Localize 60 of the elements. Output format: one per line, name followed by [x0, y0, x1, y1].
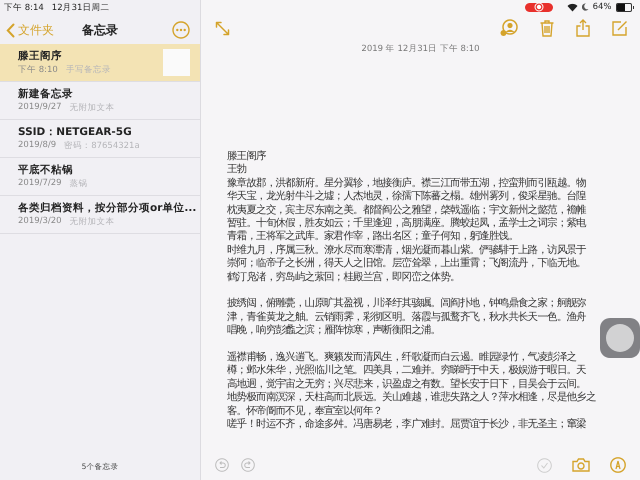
note-text: 樽；邺水朱华，光照临川之笔。四美具，二难并。穷睇眄于中天，极娱游于暇日。天 [227, 364, 587, 378]
camera-icon[interactable] [572, 458, 590, 472]
moon-icon [582, 3, 589, 11]
note-title: 平底不粘锅 [18, 163, 74, 177]
checkmark-icon[interactable] [537, 458, 552, 472]
note-text: 青霜，王将军之武库。家君作宰，路出名区；童子何知，躬逢胜饯。 [227, 230, 520, 244]
note-preview: 蒸锅 [70, 178, 88, 190]
status-time: 下午 8:14 [4, 2, 44, 15]
wifi-icon [566, 2, 578, 12]
expand-icon[interactable] [215, 20, 230, 36]
redo-icon[interactable] [241, 458, 255, 472]
add-person-icon[interactable] [500, 19, 518, 37]
share-icon[interactable] [576, 19, 590, 37]
note-date: 2019/3/20 [18, 216, 62, 228]
note-text: 鹤汀凫渚，穷岛屿之萦回；桂殿兰宫，即冈峦之体势。 [227, 270, 461, 284]
battery-percentage: 64% [592, 2, 612, 12]
note-text: 滕王阁序 [227, 150, 267, 164]
assistive-touch-button[interactable] [600, 318, 640, 358]
status-date: 12月31日周二 [52, 2, 110, 15]
note-text: 华天宝，龙光射牛斗之墟；人杰地灵，徐孺下陈蕃之榻。雄州雾列，俊采星驰。台隍 [227, 190, 588, 204]
note-text: 地势极而南溟深，天柱高而北辰远。关山难越，谁悲失路之人？萍水相逢，尽是他乡之 [227, 391, 597, 405]
note-text: 遥襟甫畅，逸兴遄飞。爽籁发而清风生，纤歌凝而白云遏。睢园绿竹，气凌彭泽之 [227, 351, 578, 364]
sidebar-title: 备忘录 [82, 22, 118, 38]
note-date: 2019/8/9 [18, 140, 56, 152]
chevron-left-icon [6, 22, 15, 38]
note-title: 新建备忘录 [18, 87, 74, 101]
note-title: SSID：NETGEAR-5G [18, 125, 133, 139]
note-text: 崇阿；临帝子之长洲，得天人之旧馆。层峦耸翠，上出重霄；飞阁流丹，下临无地。 [227, 257, 587, 271]
note-list-item[interactable]: SSID：NETGEAR-5G 2019/8/9 密码：87654321a [0, 120, 200, 158]
note-text: 嗟乎！时运不齐，命途多舛。冯唐易老，李广难封。屈贾谊于长沙，非无圣主；窜梁 [227, 418, 587, 432]
note-text: 披绣闼，俯雕甍，山原旷其盈视，川泽纡其骇瞩。闾阎扑地，钟鸣鼎食之家；舸舰弥 [227, 297, 587, 311]
note-timestamp: 2019 年 12月31日 下午 8:10 [360, 43, 481, 55]
note-text: 暂驻。十旬休假，胜友如云；千里逢迎，高朋满座。腾蛟起凤，孟学士之词宗；紫电 [227, 217, 588, 230]
note-title: 各类归档资料，按分部分项or单位... [18, 201, 196, 215]
pen-icon[interactable] [610, 457, 626, 473]
note-preview: 密码：87654321a [64, 140, 140, 152]
note-date: 下午 8:10 [18, 64, 58, 76]
note-list-item[interactable]: 滕王阁序 下午 8:10 手写备忘录 [0, 44, 200, 82]
note-text: 客。怀帝阍而不见，奉宣室以何年？ [227, 404, 384, 418]
note-text: 豫章故郡，洪都新府。星分翼轸，地接衡庐。襟三江而带五湖，控蛮荆而引瓯越。物 [227, 176, 587, 190]
note-list-item[interactable]: 新建备忘录 2019/9/27 无附加文本 [0, 82, 200, 120]
note-text: 津，青雀黄龙之舳。云销雨霁，彩彻区明。落霞与孤鹜齐飞，秋水共长天一色。渔舟 [227, 310, 587, 324]
note-preview: 手写备忘录 [66, 64, 111, 76]
note-title: 滕王阁序 [18, 49, 63, 63]
note-list-item[interactable]: 各类归档资料，按分部分项or单位... 2019/3/20 无附加文本 [0, 196, 200, 234]
note-text: 枕夷夏之交，宾主尽东南之美。都督阎公之雅望，棨戟遥临；宇文新州之懿范，襜帷 [227, 204, 588, 217]
undo-icon[interactable] [215, 458, 229, 472]
note-list-item[interactable]: 平底不粘锅 2019/7/29 蒸锅 [0, 158, 200, 196]
note-text: 时维九月，序属三秋。潦水尽而寒潭清，烟光凝而暮山紫。俨骖騑于上路，访风景于 [227, 244, 587, 257]
note-text: 高地迥，觉宇宙之无穷；兴尽悲来，识盈虚之有数。望长安于日下，目吴会于云间。 [227, 378, 587, 391]
note-text: 王勃 [227, 163, 248, 177]
trash-icon[interactable] [540, 20, 554, 36]
more-icon[interactable] [172, 21, 190, 39]
note-preview: 无附加文本 [70, 102, 115, 114]
note-date: 2019/9/27 [18, 102, 62, 114]
battery-icon [616, 2, 632, 12]
note-text: 唱晚，响穷彭蠡之滨；雁阵惊寒，声断衡阳之浦。 [227, 324, 442, 338]
note-preview: 无附加文本 [70, 216, 115, 228]
compose-icon[interactable] [612, 20, 628, 36]
note-date: 2019/7/29 [18, 178, 62, 190]
